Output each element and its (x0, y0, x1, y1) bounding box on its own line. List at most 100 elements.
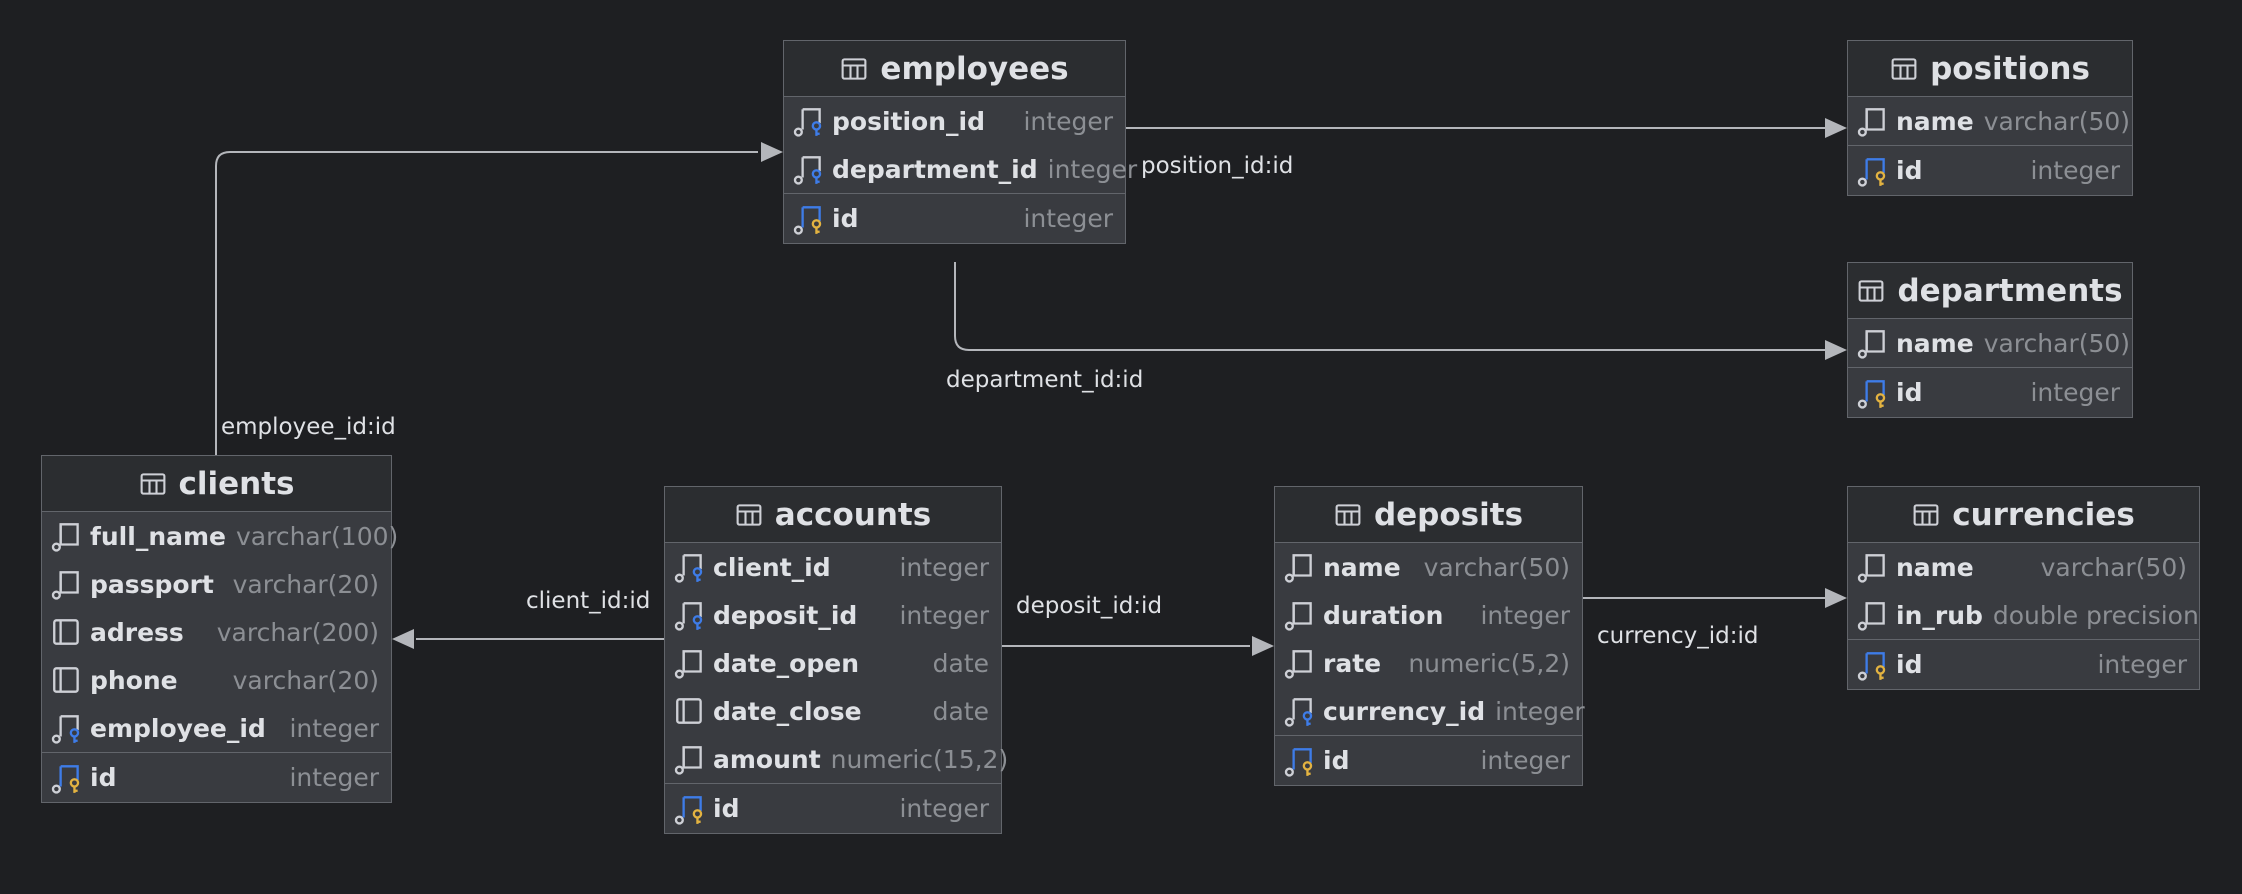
column-name: amount (713, 744, 821, 774)
column-row-id[interactable]: id integer (1848, 367, 2132, 417)
table-name: departments (1897, 272, 2123, 309)
relation-label-employee: employee_id:id (221, 414, 396, 440)
column-icon (673, 694, 713, 728)
column-type: integer (2097, 650, 2187, 679)
table-deposits[interactable]: deposits name varchar(50) duration integer ra… (1274, 486, 1585, 786)
column-type: numeric(5,2) (1408, 648, 1570, 678)
required-column-icon (1856, 550, 1896, 584)
column-type: date (932, 696, 989, 726)
column-type: integer (899, 600, 989, 630)
column-name: deposit_id (713, 600, 858, 630)
column-row-employee-id[interactable]: employee_id integer (42, 704, 391, 752)
column-name: full_name (90, 521, 226, 551)
required-column-icon (1856, 326, 1896, 360)
column-name: client_id (713, 552, 831, 582)
column-row-duration[interactable]: duration integer (1275, 591, 1582, 639)
column-row-phone[interactable]: phone varchar(20) (42, 656, 391, 704)
column-row-in-rub[interactable]: in_rub double precision (1848, 591, 2199, 639)
column-row-name[interactable]: name varchar(50) (1848, 543, 2199, 591)
column-type: varchar(100) (236, 521, 399, 551)
column-row-rate[interactable]: rate numeric(5,2) (1275, 639, 1582, 687)
column-name: rate (1323, 648, 1382, 678)
column-name: duration (1323, 600, 1444, 630)
column-name: date_open (713, 648, 859, 678)
foreign-key-column-icon (1283, 694, 1323, 728)
table-header[interactable]: positions (1848, 41, 2132, 97)
foreign-key-column-icon (792, 152, 832, 186)
column-row-deposit-id[interactable]: deposit_id integer (665, 591, 1001, 639)
required-column-icon (1283, 598, 1323, 632)
column-row-name[interactable]: name varchar(50) (1848, 97, 2132, 145)
column-row-date-open[interactable]: date_open date (665, 639, 1001, 687)
primary-key-column-icon (1856, 648, 1896, 682)
column-name: phone (90, 665, 178, 695)
table-header[interactable]: employees (784, 41, 1125, 97)
column-name: id (90, 763, 117, 792)
column-name: name (1323, 552, 1401, 582)
arrowhead-employees (761, 142, 783, 162)
column-row-id[interactable]: id integer (1275, 735, 1582, 785)
table-departments[interactable]: departments name varchar(50) id integer (1847, 262, 2133, 418)
table-header[interactable]: currencies (1848, 487, 2199, 543)
column-type: integer (289, 713, 379, 743)
column-name: date_close (713, 696, 862, 726)
column-row-full-name[interactable]: full_name varchar(100) (42, 512, 398, 560)
table-header[interactable]: departments (1848, 263, 2132, 319)
table-employees[interactable]: employees position_id integer department_id… (783, 40, 1137, 244)
required-column-icon (1283, 646, 1323, 680)
table-accounts[interactable]: accounts client_id integer deposit_id intege… (664, 486, 1008, 834)
required-column-icon (50, 519, 90, 553)
column-type: integer (2030, 378, 2120, 407)
column-row-department-id[interactable]: department_id integer (784, 145, 1137, 193)
column-type: varchar(20) (232, 569, 379, 599)
column-row-adress[interactable]: adress varchar(200) (42, 608, 391, 656)
column-type: integer (1480, 600, 1570, 630)
column-type: varchar(50) (1983, 106, 2131, 136)
column-row-id[interactable]: id integer (784, 193, 1125, 243)
primary-key-column-icon (1283, 744, 1323, 778)
column-name: id (713, 794, 740, 823)
table-currencies[interactable]: currencies name varchar(50) in_rub double pr… (1847, 486, 2200, 690)
column-row-date-close[interactable]: date_close date (665, 687, 1001, 735)
column-row-currency-id[interactable]: currency_id integer (1275, 687, 1585, 735)
column-row-id[interactable]: id integer (1848, 145, 2132, 195)
column-type: varchar(50) (1983, 328, 2131, 358)
column-row-name[interactable]: name varchar(50) (1848, 319, 2132, 367)
column-name: id (1323, 746, 1350, 775)
column-type: integer (899, 552, 989, 582)
foreign-key-column-icon (673, 550, 713, 584)
table-header[interactable]: clients (42, 456, 391, 512)
column-row-id[interactable]: id integer (42, 752, 391, 802)
table-name: clients (178, 465, 295, 502)
column-row-passport[interactable]: passport varchar(20) (42, 560, 391, 608)
relation-label-client: client_id:id (526, 588, 651, 614)
column-name: in_rub (1896, 600, 1983, 630)
primary-key-column-icon (1856, 154, 1896, 188)
column-type: integer (1495, 696, 1585, 726)
column-type: varchar(50) (1423, 552, 1570, 582)
table-clients[interactable]: clients full_name varchar(100) passport varc… (41, 455, 398, 803)
table-header[interactable]: accounts (665, 487, 1001, 543)
column-row-client-id[interactable]: client_id integer (665, 543, 1001, 591)
required-column-icon (1856, 598, 1896, 632)
column-row-id[interactable]: id integer (1848, 639, 2199, 689)
edge-clients-employees[interactable] (215, 151, 758, 455)
arrowhead-currencies (1825, 588, 1847, 608)
table-icon (139, 470, 167, 498)
relation-label-department: department_id:id (946, 367, 1144, 393)
primary-key-column-icon (50, 761, 90, 795)
column-name: id (1896, 378, 1923, 407)
edge-employees-departments[interactable] (954, 262, 1826, 351)
column-row-name[interactable]: name varchar(50) (1275, 543, 1582, 591)
arrowhead-departments (1825, 340, 1847, 360)
table-name: employees (880, 50, 1069, 87)
column-name: name (1896, 106, 1974, 136)
column-name: currency_id (1323, 696, 1486, 726)
table-positions[interactable]: positions name varchar(50) id integer (1847, 40, 2133, 196)
column-row-position-id[interactable]: position_id integer (784, 97, 1125, 145)
table-header[interactable]: deposits (1275, 487, 1582, 543)
column-name: name (1896, 552, 1974, 582)
column-row-amount[interactable]: amount numeric(15,2) (665, 735, 1008, 783)
arrowhead-clients (392, 629, 414, 649)
column-row-id[interactable]: id integer (665, 783, 1001, 833)
